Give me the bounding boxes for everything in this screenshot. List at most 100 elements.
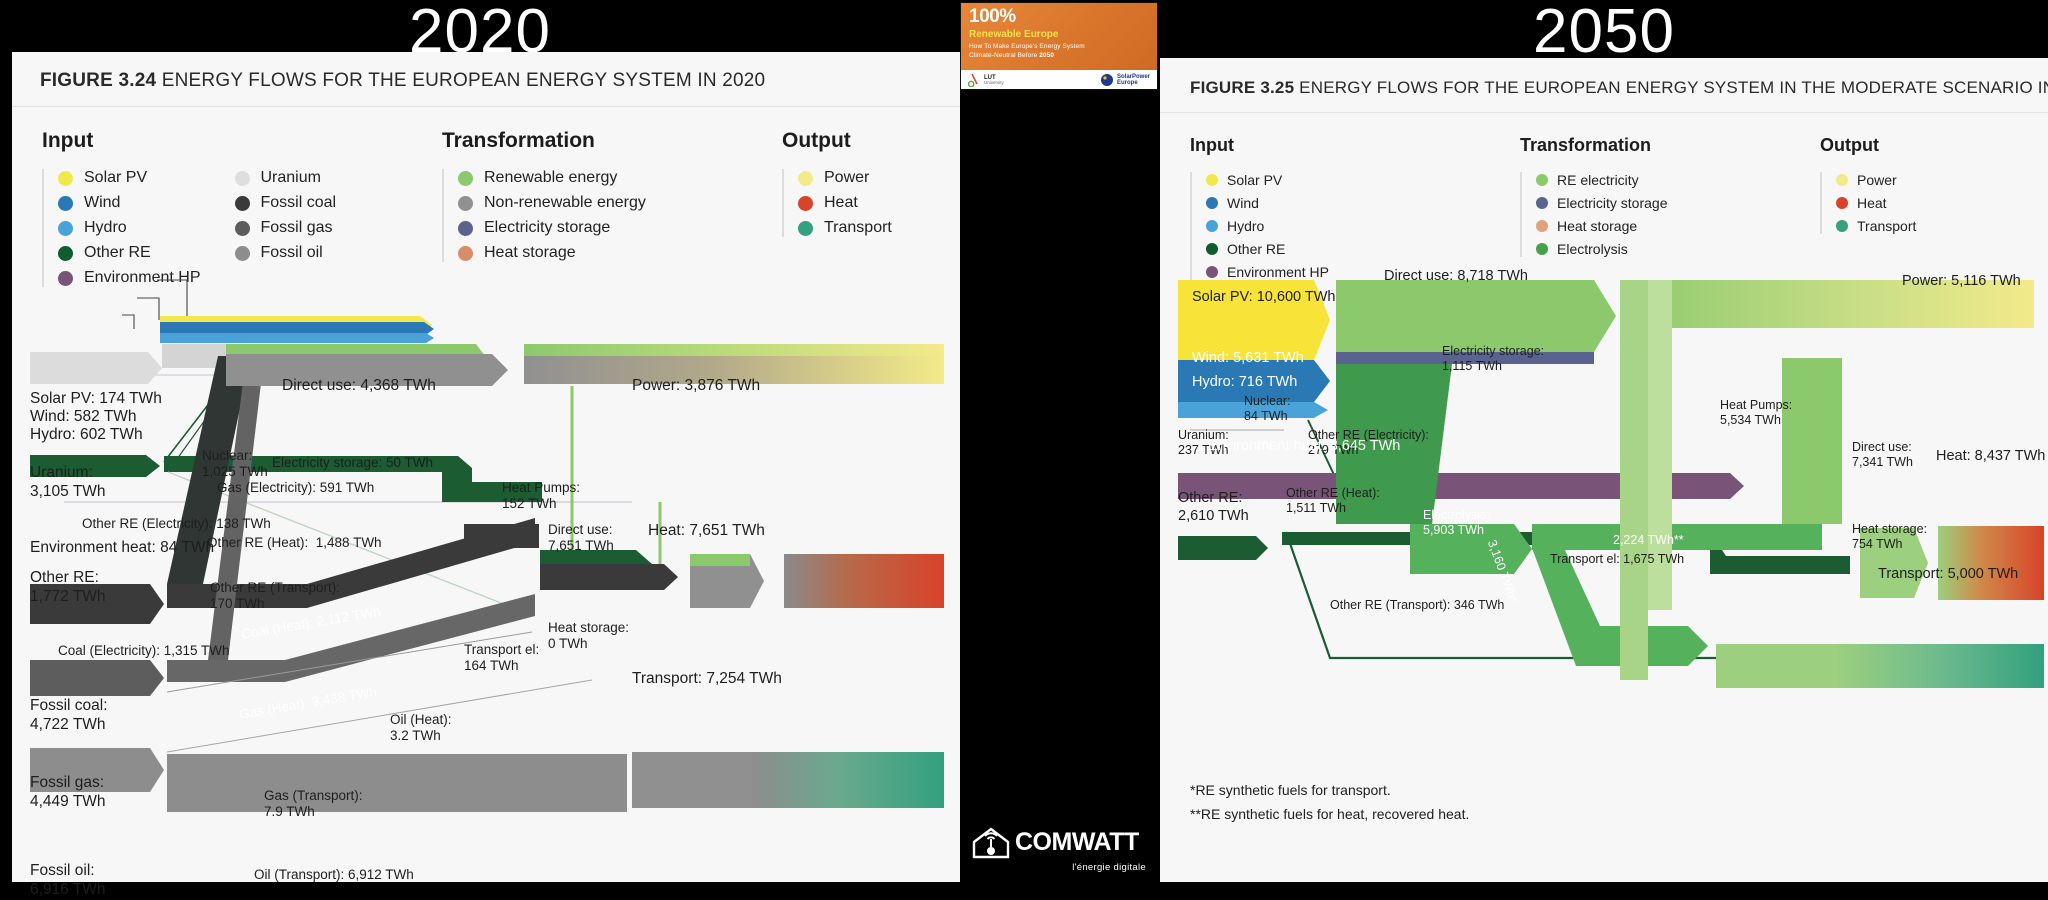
label-wind-2050: Wind: 5,631 TWh: [1192, 350, 1304, 366]
flow-uranium-input: [30, 352, 162, 384]
flow-transport-bundle: [632, 752, 752, 808]
solarpower-europe-logo: SolarPower Europe: [1100, 73, 1150, 87]
flow-heat-bundle-dark: [540, 564, 652, 590]
flow-direct-use-power-2050: [1336, 280, 1616, 352]
comwatt-house-icon: [972, 827, 1010, 859]
label-power-output-2020: Power: 3,876 TWh: [632, 377, 761, 394]
book-cover-bottom: LUT University SolarPower Europe: [961, 70, 1157, 89]
book-headline: 100%: [969, 6, 1016, 27]
comwatt-wordmark: COMWATT: [1015, 827, 1139, 856]
label-other-re-2020: Other RE: 1,772 TWh: [30, 569, 106, 605]
leader-line-hydro: [122, 314, 135, 329]
label-environment-heat-2020: Environment heat: 84 TWh: [30, 539, 215, 556]
flow-heat-output: [784, 554, 944, 608]
book-subtitle-a: Renewable: [969, 29, 1025, 40]
label-solar-pv-2050: Solar PV: 10,600 TWh: [1192, 289, 1336, 305]
label-heat-output-2050: Heat: 8,437 TWh: [1936, 448, 2046, 464]
solarpower-europe-mark-icon: [1100, 74, 1113, 86]
flow-transport-output: [752, 752, 944, 808]
label-heat-pumps-2050: Heat Pumps: 5,534 TWh: [1720, 398, 1793, 428]
label-wind-2020: Wind: 582 TWh: [30, 408, 137, 425]
label-other-re-heat-2050: Other RE (Heat): 1,511 TWh: [1286, 486, 1380, 516]
flow-direct-use-heat-arrow: [750, 554, 764, 608]
book-tagline-1: How To Make Europe's Energy System: [969, 42, 1085, 50]
label-other-re-transport-2050: Other RE (Transport): 346 TWh: [1330, 598, 1505, 612]
flow-direct-use-heat-grey: [690, 566, 750, 608]
figure-panel-2020: FIGURE 3.24 ENERGY FLOWS FOR THE EUROPEA…: [12, 52, 960, 898]
label-coal-electricity-2020: Coal (Electricity): 1,315 TWh: [58, 643, 230, 658]
label-other-re-2050: Other RE: 2,610 TWh: [1178, 490, 1249, 524]
book-tagline-2b: 2050: [1039, 52, 1055, 59]
label-other-re-electricity-2020: Other RE (Electricity): 138 TWh: [82, 516, 271, 531]
comwatt-brand: COMWATT l'énergie digitale: [970, 824, 1150, 873]
label-transport-output-2050: Transport: 5,000 TWh: [1878, 566, 2019, 582]
lut-logo-text: LUT University: [984, 75, 1004, 86]
flow-heat-output-2050: [1938, 526, 2044, 600]
book-cover-thumbnail[interactable]: 100% Renewable Europe How To Make Europe…: [960, 2, 1158, 90]
flow-electricity-arrow: [476, 354, 508, 386]
flow-transport-output-2050: [1836, 644, 2044, 688]
label-direct-use-power-2050: Direct use: 8,718 TWh: [1384, 268, 1528, 284]
infographic-root: 2020 2050 FIGURE 3.24 ENERGY FLOWS FOR T…: [0, 0, 2048, 898]
comwatt-logo-row: COMWATT: [970, 824, 1150, 860]
label-gas-electricity-2020: Gas (Electricity): 591 TWh: [217, 480, 375, 495]
center-column: 100% Renewable Europe How To Make Europe…: [960, 0, 1160, 895]
flow-heat-pumps-2050: [1782, 358, 1842, 524]
book-subtitle-b: Europe: [1024, 29, 1059, 40]
flow-hydro: [160, 333, 434, 343]
flow-oil-transport: [167, 754, 627, 812]
footnote-1-2050: *RE synthetic fuels for transport.: [1190, 782, 1391, 798]
label-nuclear-2050: Nuclear: 84 TWh: [1244, 394, 1291, 424]
flow-direct-use-heat-green: [690, 554, 750, 566]
flow-oil-heat: [166, 679, 593, 753]
book-cover-top: 100% Renewable Europe How To Make Europe…: [961, 3, 1157, 70]
flow-power-green-to-yellow: [524, 344, 944, 356]
label-heat-output-2020: Heat: 7,651 TWh: [648, 522, 765, 539]
label-heat-storage-2050: Heat storage: 754 TWh: [1852, 522, 1928, 552]
figure-panel-2050: FIGURE 3.25 ENERGY FLOWS FOR THE EUROPEA…: [1160, 58, 2048, 882]
label-transport-el-2020: Transport el: 164 TWh: [464, 642, 540, 674]
label-gas-transport-2020: Gas (Transport): 7.9 TWh: [264, 788, 363, 820]
flow-other-re-input-2050: [1178, 536, 1268, 560]
label-uranium-2020: Uranium: 3,105 TWh: [30, 464, 106, 500]
label-electricity-storage-2020: Electricity storage: 50 TWh: [272, 455, 434, 470]
label-oil-heat-2020: Oil (Heat): 3.2 TWh: [390, 712, 452, 744]
label-power-output-2050: Power: 5,116 TWh: [1902, 273, 2021, 289]
label-hydro-2020: Hydro: 602 TWh: [30, 426, 143, 443]
sankey-diagram-2050: [1178, 280, 2044, 688]
flow-power-down-column: [1620, 280, 1648, 680]
label-solar-pv-2020: Solar PV: 174 TWh: [30, 390, 162, 407]
label-synfuel-heat-2050: 2,224 TWh**: [1613, 533, 1684, 547]
sankey-diagram-2020: [30, 279, 944, 812]
label-nuclear-2020: Nuclear: 1,025 TWh: [202, 448, 268, 480]
label-electrolysis-2050: Electrolysis: 5,903 TWh: [1423, 508, 1490, 538]
label-fossil-coal-2020: Fossil coal: 4,722 TWh: [30, 697, 108, 733]
label-transport-el-2050: Transport el: 1,675 TWh: [1550, 552, 1685, 566]
flow-environment-heat-arrow: [1714, 473, 1744, 499]
leader-line-solar: [157, 279, 188, 316]
lut-mark-icon: [968, 73, 978, 87]
label-direct-use-power-2020: Direct use: 4,368 TWh: [282, 377, 436, 394]
flow-transport-bundle-2050: [1716, 644, 1836, 688]
flow-coal-heat-run: [464, 524, 539, 548]
label-heat-storage-2020: Heat storage: 0 TWh: [548, 620, 630, 652]
flow-other-re-heat-run-2050: [1710, 556, 1850, 574]
label-oil-transport-2020: Oil (Transport): 6,912 TWh: [254, 867, 414, 882]
label-transport-output-2020: Transport: 7,254 TWh: [632, 670, 782, 687]
lut-sub: University: [984, 79, 1004, 85]
lut-university-logo: LUT University: [968, 73, 1004, 87]
label-other-re-transport-2020: Other RE (Transport): 170 TWh: [210, 580, 341, 612]
label-direct-use-heat-2020: Direct use: 7,651 TWh: [548, 522, 614, 554]
spe-logo-text: SolarPower Europe: [1117, 74, 1150, 86]
leader-line-wind: [137, 297, 160, 320]
comwatt-tagline: l'énergie digitale: [1072, 862, 1146, 873]
book-subtitle: Renewable Europe: [969, 29, 1149, 40]
flow-fossil-gas-input: [30, 660, 164, 696]
flow-heat-bundle-arrow: [652, 564, 678, 590]
label-fossil-oil-2020: Fossil oil: 6,916 TWh: [30, 862, 106, 898]
book-tagline-2: Climate-Neutral Before 2050: [969, 52, 1149, 59]
label-electricity-storage-2050: Electricity storage: 1,115 TWh: [1442, 344, 1545, 374]
label-heat-pumps-2020: Heat Pumps: 152 TWh: [502, 480, 581, 512]
book-tagline-2a: Climate-Neutral Before: [969, 52, 1040, 59]
label-other-re-heat-2020: Other RE (Heat): 1,488 TWh: [207, 535, 382, 550]
